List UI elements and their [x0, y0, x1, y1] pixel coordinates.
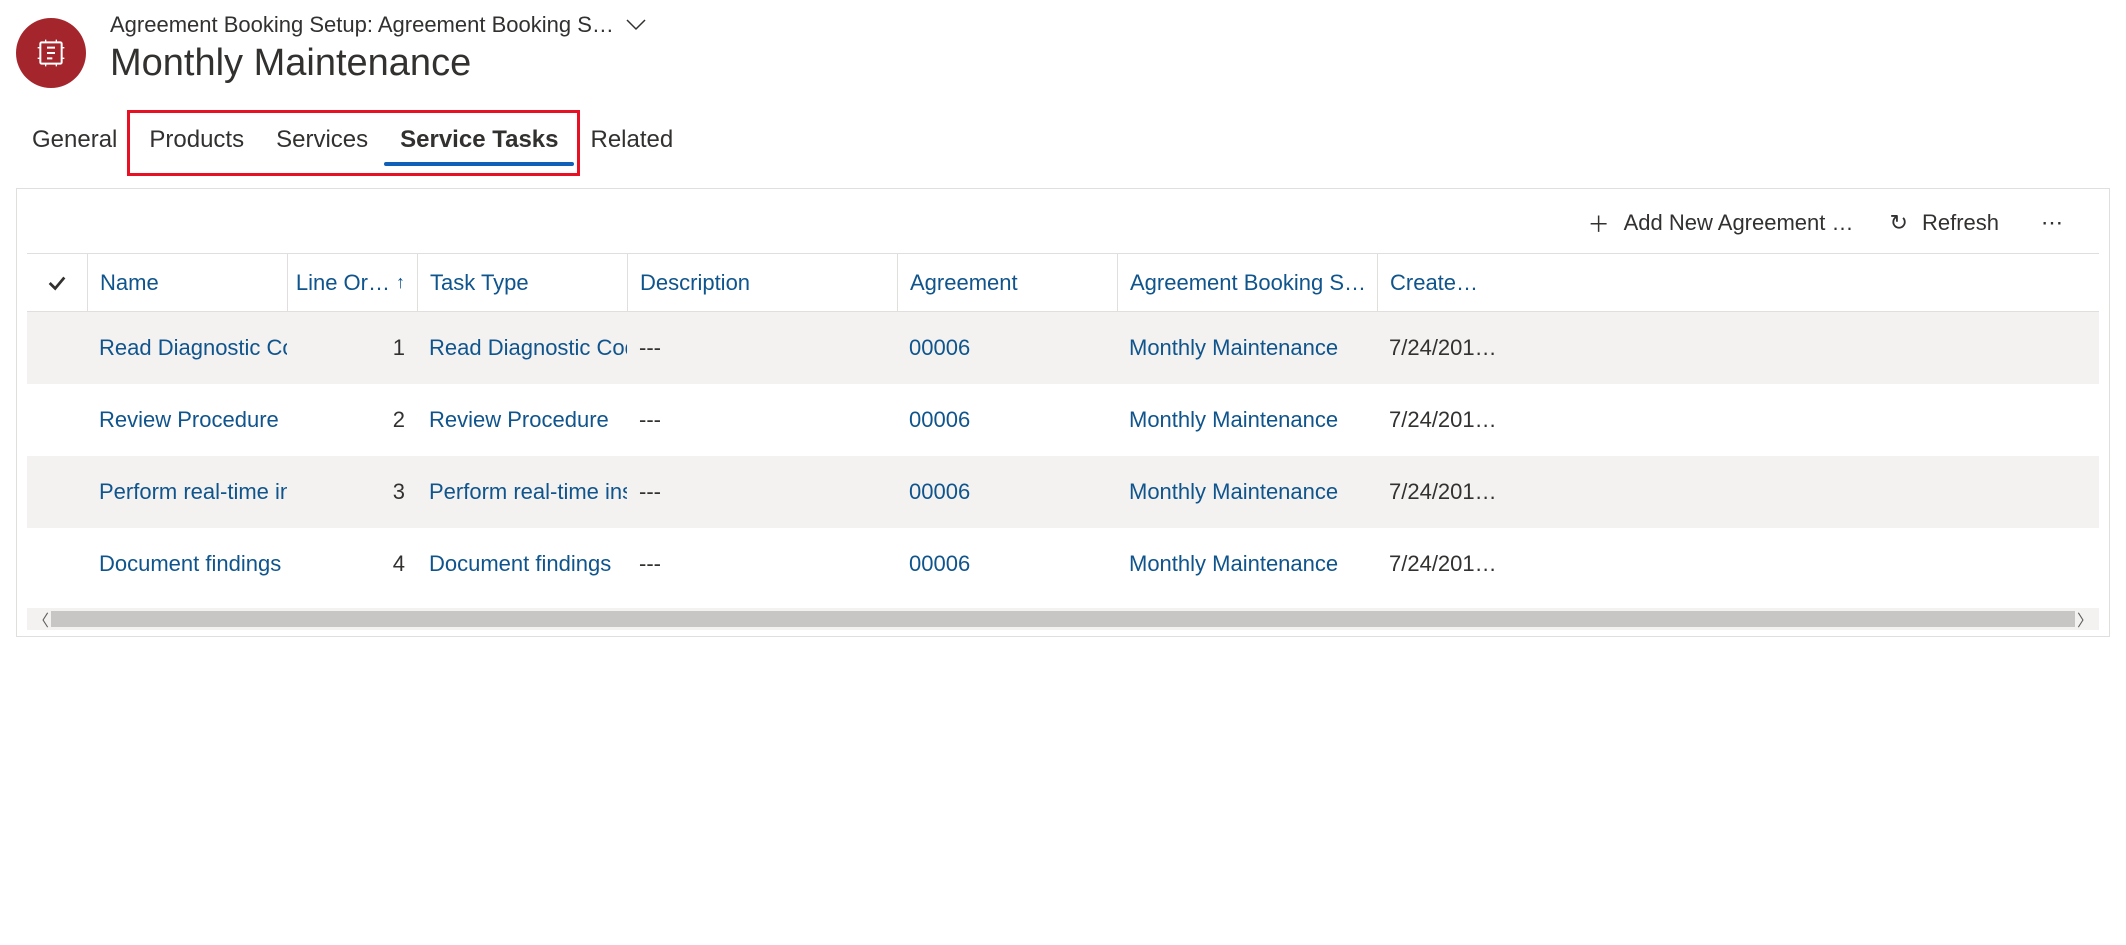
- tab-services[interactable]: Services: [260, 116, 384, 164]
- command-bar: ＋ Add New Agreement … ↻ Refresh ⋯: [27, 207, 2099, 254]
- select-all-column[interactable]: [27, 254, 87, 311]
- cell-created: 7/24/201…: [1377, 312, 1517, 384]
- cell-line-order: 3: [287, 456, 417, 528]
- row-select[interactable]: [27, 528, 87, 600]
- cell-agreement[interactable]: 00006: [897, 456, 1117, 528]
- cell-agreement-booking-setup[interactable]: Monthly Maintenance: [1117, 312, 1377, 384]
- cell-created: 7/24/201…: [1377, 528, 1517, 600]
- row-select[interactable]: [27, 456, 87, 528]
- cell-agreement-booking-setup[interactable]: Monthly Maintenance: [1117, 384, 1377, 456]
- tabs: GeneralProductsServicesService TasksRela…: [16, 116, 2110, 164]
- grid-header: Name Line Or…↑ Task Type Description Agr…: [27, 254, 2099, 312]
- cell-line-order: 4: [287, 528, 417, 600]
- refresh-icon: ↻: [1890, 210, 1908, 236]
- breadcrumb-text: Agreement Booking Setup: Agreement Booki…: [110, 12, 614, 38]
- scroll-track[interactable]: [51, 611, 2075, 627]
- sort-asc-icon: ↑: [396, 272, 405, 293]
- tab-service-tasks[interactable]: Service Tasks: [384, 116, 574, 164]
- cell-name[interactable]: Perform real-time insp: [87, 456, 287, 528]
- cell-task-type[interactable]: Read Diagnostic Codes: [417, 312, 627, 384]
- add-new-button[interactable]: ＋ Add New Agreement …: [1588, 207, 1854, 239]
- column-name[interactable]: Name: [87, 254, 287, 311]
- cell-created: 7/24/201…: [1377, 384, 1517, 456]
- chevron-down-icon[interactable]: [626, 15, 646, 36]
- row-select[interactable]: [27, 312, 87, 384]
- horizontal-scrollbar[interactable]: 〈 〉: [27, 608, 2099, 630]
- cell-line-order: 2: [287, 384, 417, 456]
- cell-name[interactable]: Read Diagnostic Codes: [87, 312, 287, 384]
- add-new-label: Add New Agreement …: [1624, 210, 1854, 236]
- refresh-label: Refresh: [1922, 210, 1999, 236]
- table-row[interactable]: Document findings4Document findings---00…: [27, 528, 2099, 600]
- row-select[interactable]: [27, 384, 87, 456]
- cell-agreement-booking-setup[interactable]: Monthly Maintenance: [1117, 456, 1377, 528]
- refresh-button[interactable]: ↻ Refresh: [1890, 210, 1999, 236]
- column-agreement[interactable]: Agreement: [897, 254, 1117, 311]
- cell-task-type[interactable]: Review Procedure: [417, 384, 627, 456]
- cell-description: ---: [627, 384, 897, 456]
- cell-description: ---: [627, 312, 897, 384]
- cell-created: 7/24/201…: [1377, 456, 1517, 528]
- cell-agreement-booking-setup[interactable]: Monthly Maintenance: [1117, 528, 1377, 600]
- table-row[interactable]: Review Procedure2Review Procedure---0000…: [27, 384, 2099, 456]
- tab-related[interactable]: Related: [574, 116, 689, 164]
- scroll-right-icon[interactable]: 〉: [2077, 607, 2093, 631]
- cell-agreement[interactable]: 00006: [897, 312, 1117, 384]
- table-row[interactable]: Perform real-time insp3Perform real-time…: [27, 456, 2099, 528]
- column-task-type[interactable]: Task Type: [417, 254, 627, 311]
- cell-agreement[interactable]: 00006: [897, 384, 1117, 456]
- tab-general[interactable]: General: [16, 116, 133, 164]
- scroll-left-icon[interactable]: 〈: [33, 607, 49, 631]
- entity-icon: [16, 18, 86, 88]
- cell-name[interactable]: Document findings: [87, 528, 287, 600]
- tab-products[interactable]: Products: [133, 116, 260, 164]
- column-line-order[interactable]: Line Or…↑: [287, 254, 417, 311]
- more-commands-button[interactable]: ⋯: [2035, 210, 2071, 236]
- column-description[interactable]: Description: [627, 254, 897, 311]
- breadcrumb[interactable]: Agreement Booking Setup: Agreement Booki…: [110, 12, 646, 38]
- page-header: Agreement Booking Setup: Agreement Booki…: [16, 12, 2110, 88]
- grid-section: ＋ Add New Agreement … ↻ Refresh ⋯ Name L…: [16, 188, 2110, 637]
- column-created[interactable]: Create…: [1377, 254, 1517, 311]
- cell-agreement[interactable]: 00006: [897, 528, 1117, 600]
- page-title: Monthly Maintenance: [110, 42, 646, 85]
- cell-description: ---: [627, 456, 897, 528]
- cell-line-order: 1: [287, 312, 417, 384]
- cell-task-type[interactable]: Document findings: [417, 528, 627, 600]
- cell-name[interactable]: Review Procedure: [87, 384, 287, 456]
- plus-icon: ＋: [1588, 207, 1610, 239]
- cell-description: ---: [627, 528, 897, 600]
- grid-body: Read Diagnostic Codes1Read Diagnostic Co…: [27, 312, 2099, 600]
- column-agreement-booking-setup[interactable]: Agreement Booking S…: [1117, 254, 1377, 311]
- cell-task-type[interactable]: Perform real-time insp: [417, 456, 627, 528]
- table-row[interactable]: Read Diagnostic Codes1Read Diagnostic Co…: [27, 312, 2099, 384]
